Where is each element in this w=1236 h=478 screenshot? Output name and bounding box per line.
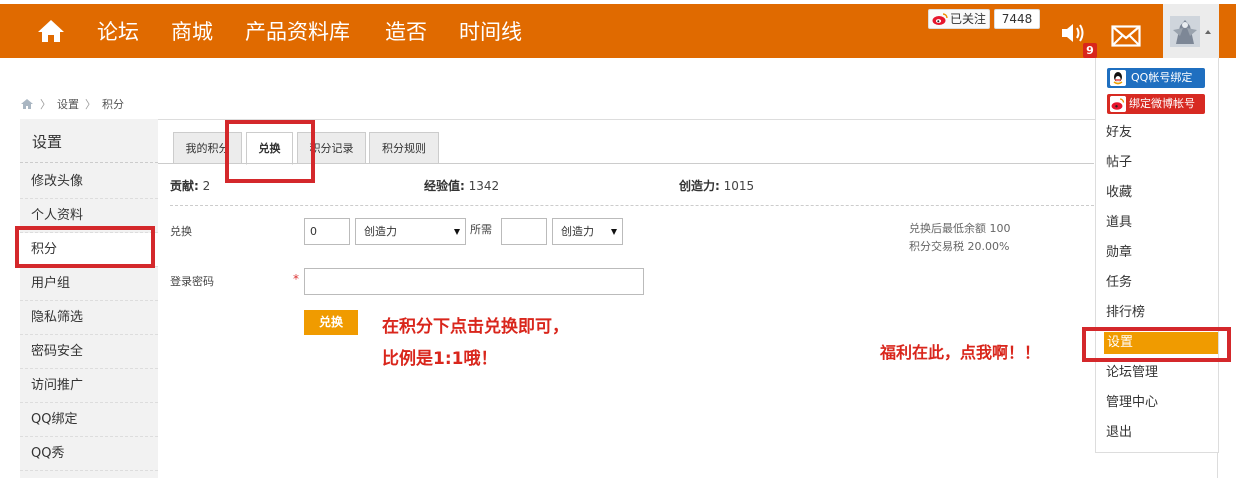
highlight-box-exchange-tab <box>225 120 315 183</box>
top-nav-bar: 论坛 商城 产品资料库 造否 时间线 已关注 7448 9 <box>0 4 1236 58</box>
exchange-from-select[interactable]: 创造力 <box>355 218 466 245</box>
user-dropdown-menu: QQ帐号绑定 绑定微博帐号 好友 帖子 收藏 道具 勋章 任务 排行榜 设置 论… <box>1095 58 1219 453</box>
dropdown-arrow-icon <box>611 229 617 235</box>
needed-amount-input[interactable] <box>501 218 547 245</box>
breadcrumb-separator: 〉 <box>85 98 96 111</box>
min-balance-note: 兑换后最低余额 100 <box>909 222 1011 235</box>
breadcrumb-credits: 积分 <box>102 98 124 111</box>
nav-product-library[interactable]: 产品资料库 <box>245 19 350 45</box>
content-top-border <box>158 119 1218 120</box>
exchange-amount-input[interactable]: 0 <box>304 218 350 245</box>
weibo-bind-label: 绑定微博帐号 <box>1129 97 1195 110</box>
menu-item-medals[interactable]: 勋章 <box>1106 242 1216 264</box>
sound-icon[interactable] <box>1060 22 1088 44</box>
exchange-to-value: 创造力 <box>561 225 594 238</box>
required-mark: * <box>293 272 299 286</box>
nav-zaofou[interactable]: 造否 <box>385 19 427 45</box>
needed-label: 所需 <box>470 223 492 236</box>
menu-item-props[interactable]: 道具 <box>1106 212 1216 234</box>
qq-bind-button[interactable]: QQ帐号绑定 <box>1107 68 1205 88</box>
sidebar-title: 设置 <box>20 119 158 163</box>
follower-count: 7448 <box>994 9 1040 29</box>
sidebar-item-privacy[interactable]: 隐私筛选 <box>20 301 158 335</box>
nav-timeline[interactable]: 时间线 <box>459 19 522 45</box>
notification-badge: 9 <box>1083 43 1097 58</box>
stat-contribution: 贡献: 2 <box>170 179 211 193</box>
sidebar-item-avatar[interactable]: 修改头像 <box>20 165 158 199</box>
sidebar-item-password[interactable]: 密码安全 <box>20 335 158 369</box>
nav-forum[interactable]: 论坛 <box>97 19 139 45</box>
menu-item-logout[interactable]: 退出 <box>1106 422 1216 444</box>
weibo-follow-button[interactable]: 已关注 <box>928 9 990 29</box>
menu-item-posts[interactable]: 帖子 <box>1106 152 1216 174</box>
home-icon[interactable] <box>36 18 66 44</box>
exchange-from-value: 创造力 <box>364 225 397 238</box>
settings-sidebar: 设置 修改头像 个人资料 积分 用户组 隐私筛选 密码安全 访问推广 QQ绑定 … <box>20 119 158 478</box>
exchange-submit-button[interactable]: 兑换 <box>304 310 358 335</box>
breadcrumb-separator: 〉 <box>40 98 51 111</box>
avatar <box>1170 16 1200 47</box>
password-input[interactable] <box>304 268 644 295</box>
stat-experience: 经验值: 1342 <box>424 179 500 193</box>
menu-item-friends[interactable]: 好友 <box>1106 122 1216 144</box>
divider <box>170 205 1094 206</box>
breadcrumb: 〉 设置 〉 积分 <box>20 96 124 112</box>
weibo-bind-button[interactable]: 绑定微博帐号 <box>1107 94 1205 114</box>
highlight-box-credits <box>15 226 155 268</box>
qq-icon <box>1110 70 1126 86</box>
annotation-line-1: 在积分下点击兑换即可， <box>382 317 569 337</box>
exchange-label: 兑换 <box>170 225 192 238</box>
menu-item-favorites[interactable]: 收藏 <box>1106 182 1216 204</box>
nav-mall[interactable]: 商城 <box>171 19 213 45</box>
weibo-icon <box>1110 96 1126 112</box>
mail-icon[interactable] <box>1111 25 1141 47</box>
annotation-dropdown-hint: 福利在此，点我啊！！ <box>880 343 1041 362</box>
home-small-icon[interactable] <box>20 98 34 110</box>
stat-creativity: 创造力: 1015 <box>679 179 755 193</box>
password-label: 登录密码 <box>170 275 214 288</box>
page: 论坛 商城 产品资料库 造否 时间线 已关注 7448 9 〉 设置 〉 积分 … <box>0 0 1236 478</box>
menu-item-tasks[interactable]: 任务 <box>1106 272 1216 294</box>
weibo-icon <box>932 13 948 25</box>
caret-up-icon <box>1205 30 1211 34</box>
user-menu-toggle[interactable] <box>1163 4 1219 58</box>
dropdown-arrow-icon <box>454 229 460 235</box>
tax-note: 积分交易税 20.00% <box>909 240 1010 253</box>
sidebar-item-qq-show[interactable]: QQ秀 <box>20 437 158 471</box>
menu-item-forum-admin[interactable]: 论坛管理 <box>1106 362 1216 384</box>
tab-credit-rules[interactable]: 积分规则 <box>369 132 439 164</box>
qq-bind-label: QQ帐号绑定 <box>1131 71 1193 84</box>
sidebar-item-usergroup[interactable]: 用户组 <box>20 267 158 301</box>
breadcrumb-settings[interactable]: 设置 <box>57 96 79 112</box>
sidebar-item-promotion[interactable]: 访问推广 <box>20 369 158 403</box>
menu-item-admin-center[interactable]: 管理中心 <box>1106 392 1216 414</box>
highlight-box-settings <box>1082 327 1231 362</box>
exchange-to-select[interactable]: 创造力 <box>552 218 623 245</box>
menu-item-rankings[interactable]: 排行榜 <box>1106 302 1216 324</box>
sidebar-item-qq-bind[interactable]: QQ绑定 <box>20 403 158 437</box>
follow-label: 已关注 <box>950 12 987 26</box>
annotation-line-2: 比例是1:1哦！ <box>382 349 498 369</box>
